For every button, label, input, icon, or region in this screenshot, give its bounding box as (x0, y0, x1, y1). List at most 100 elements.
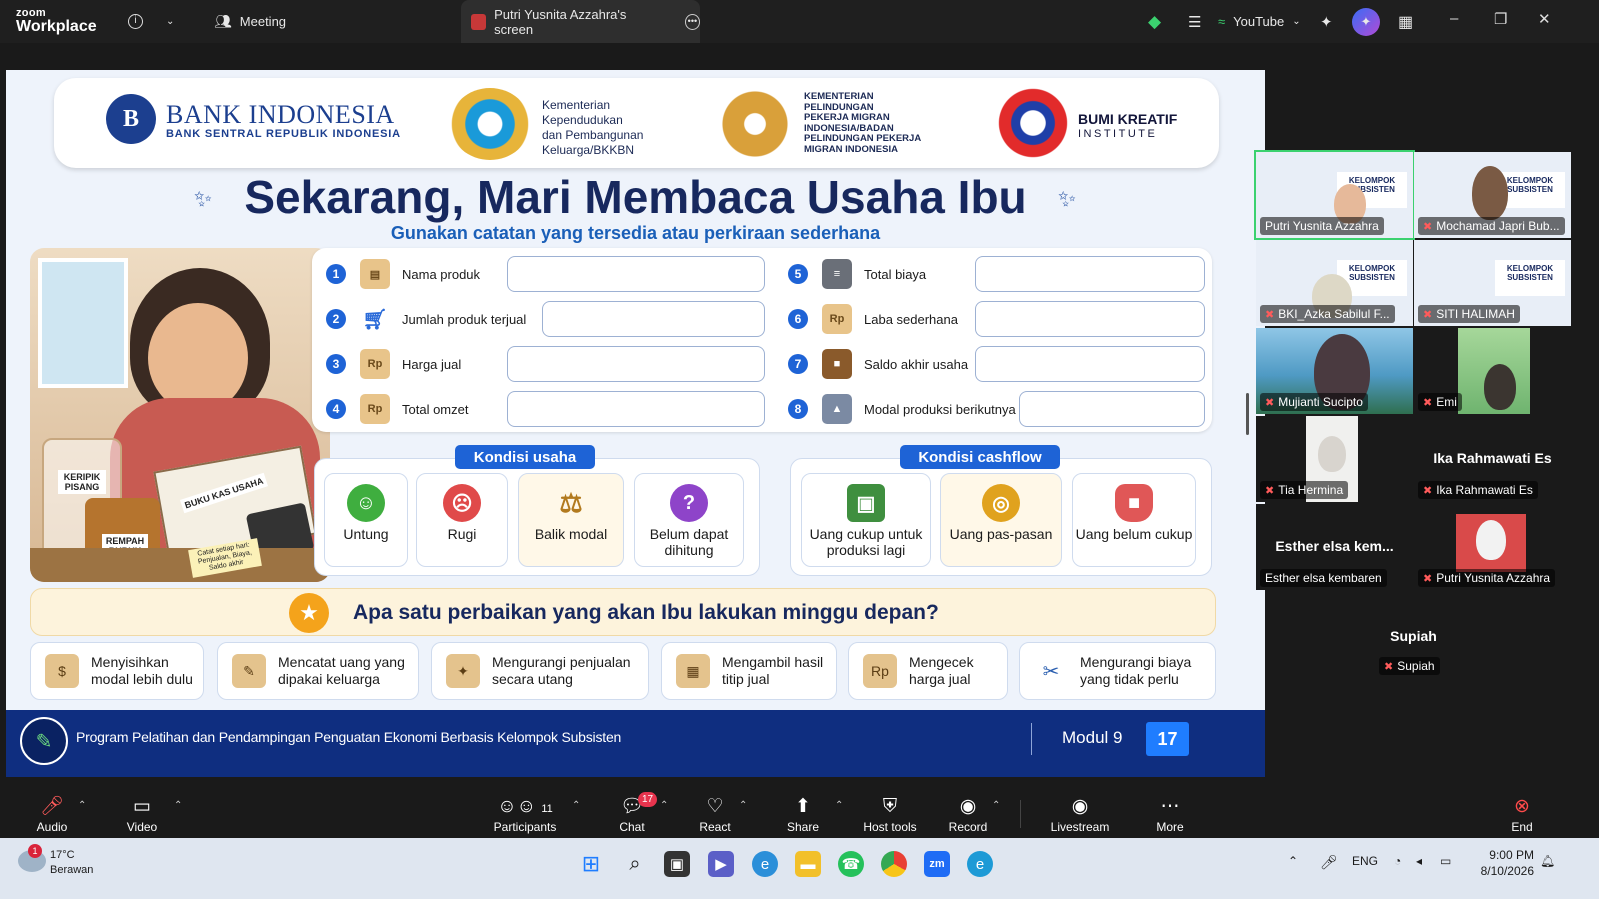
video-button[interactable]: ▭ Video (102, 792, 182, 838)
face-shape (148, 303, 248, 413)
panel-resize-handle[interactable] (1246, 393, 1249, 435)
form-row-7: 7 ■ Saldo akhir usaha (788, 344, 968, 384)
option-sisihkan-modal[interactable]: $ Menyisihkan modal lebih dulu (30, 642, 204, 700)
youtube-stream[interactable]: ≈ YouTube ⌄ (1218, 0, 1301, 43)
minimize-icon[interactable]: – (1450, 10, 1458, 27)
language-indicator[interactable]: ENG (1352, 854, 1378, 868)
participant-name: Putri Yusnita Azzahra (1260, 217, 1384, 235)
chrome-icon[interactable] (881, 851, 907, 877)
edge-icon[interactable]: e (967, 851, 993, 877)
participant-figure (1476, 520, 1506, 560)
notification-icon[interactable]: 🔔︎ (1540, 854, 1555, 868)
option-titip-jual[interactable]: ▦ Mengambil hasil titip jual (661, 642, 837, 700)
edge-icon[interactable]: e (752, 851, 778, 877)
card-uang-belum-cukup[interactable]: ■ Uang belum cukup (1072, 473, 1196, 567)
windows-start-icon[interactable]: ⊞ (578, 851, 604, 877)
youtube-label: YouTube (1233, 14, 1285, 29)
meeting-tab[interactable]: 👥︎ Meeting (214, 0, 286, 43)
volume-icon[interactable]: ◂ (1416, 854, 1422, 868)
chevron-up-icon[interactable]: ⌃ (992, 800, 1000, 811)
participant-tile[interactable]: ✖ Emi (1414, 328, 1571, 414)
ai-companion-icon[interactable]: ✦ (1352, 0, 1380, 43)
card-rugi[interactable]: ☹ Rugi (416, 473, 508, 567)
mic-icon[interactable]: 🎤︎ (1320, 854, 1338, 871)
notes-icon[interactable]: ☰ (1188, 0, 1201, 43)
bkkbn-line: Kependudukan (542, 113, 623, 127)
bki-logo (996, 88, 1070, 158)
participant-name-text: Ika Rahmawati Es (1436, 483, 1533, 497)
record-button[interactable]: ◉ Record (928, 792, 1008, 838)
more-options-icon[interactable]: ••• (684, 13, 700, 30)
magic-wand-icon[interactable]: ✦ (1320, 0, 1333, 43)
product-name-field[interactable] (507, 256, 765, 292)
card-belum-dihitung[interactable]: ? Belum dapat dihitung (634, 473, 744, 567)
shield-icon[interactable]: ◆ (1148, 0, 1161, 43)
meet-icon[interactable]: ▶ (708, 851, 734, 877)
option-cek-harga[interactable]: Rp Mengecek harga jual (848, 642, 1008, 700)
participant-tile[interactable]: ✖ Mujianti Sucipto (1256, 328, 1413, 414)
task-view-icon[interactable]: ▣ (664, 851, 690, 877)
participant-name: ✖ Supiah (1379, 657, 1440, 675)
selling-price-field[interactable] (507, 346, 765, 382)
chevron-up-icon[interactable]: ⌃ (1288, 854, 1298, 868)
chevron-down-icon[interactable]: ⌄ (166, 0, 174, 43)
slide-title: Sekarang, Mari Membaca Usaha Ibu (244, 171, 1027, 223)
more-button[interactable]: ⋯ More (1130, 792, 1210, 838)
whatsapp-icon[interactable]: ☎ (838, 851, 864, 877)
layout-icon[interactable]: ▦ (1398, 0, 1413, 43)
file-explorer-icon[interactable]: ▬ (795, 851, 821, 877)
chevron-up-icon[interactable]: ⌃ (572, 800, 580, 811)
livestream-button[interactable]: ◉ Livestream (1040, 792, 1120, 838)
info-icon[interactable]: i (128, 0, 143, 43)
participant-tile[interactable]: Esther elsa kem... Esther elsa kembaren (1256, 504, 1413, 590)
wifi-icon[interactable]: ◔ (1394, 854, 1401, 868)
card-untung[interactable]: ☺ Untung (324, 473, 408, 567)
participant-tile[interactable]: Ika Rahmawati Es ✖ Ika Rahmawati Es (1414, 416, 1571, 502)
participant-tile[interactable]: ✖ Tia Hermina (1256, 416, 1413, 502)
kp2mi-line: PEKERJA MIGRAN (804, 112, 890, 123)
card-uang-pas-pasan[interactable]: ◎ Uang pas-pasan (940, 473, 1062, 567)
option-kurangi-utang[interactable]: ✦ Mengurangi penjualan secara utang (431, 642, 649, 700)
battery-icon[interactable]: ▭ (1440, 854, 1451, 868)
participant-tile[interactable]: ✖ Putri Yusnita Azzahra (1414, 504, 1571, 590)
final-balance-field[interactable] (975, 346, 1205, 382)
participant-tile[interactable]: Supiah ✖ Supiah (1335, 592, 1492, 678)
search-icon[interactable]: ⌕ (622, 851, 648, 877)
chevron-up-icon[interactable]: ⌃ (660, 800, 668, 811)
next-capital-field[interactable] (1019, 391, 1205, 427)
react-button[interactable]: ♡ React (675, 792, 755, 838)
host-tools-button[interactable]: ⛨︎ Host tools (850, 792, 930, 838)
chevron-up-icon[interactable]: ⌃ (835, 800, 843, 811)
end-button[interactable]: ⊗ End (1482, 792, 1562, 838)
participant-tile[interactable]: KELOMPOK SUBSISTEN ✖ BKI_Azka Sabilul F..… (1256, 240, 1413, 326)
option-catat-uang[interactable]: ✎ Mencatat uang yang dipakai keluarga (217, 642, 419, 700)
weather-widget[interactable]: 17°C Berawan (50, 848, 93, 878)
participants-button[interactable]: ☺☺ 11 Participants (485, 792, 565, 838)
people-icon: 👥︎ (214, 13, 232, 29)
simple-profit-field[interactable] (975, 301, 1205, 337)
chevron-up-icon[interactable]: ⌃ (78, 800, 86, 811)
restore-icon[interactable]: ❐ (1494, 10, 1507, 28)
participant-tile[interactable]: KELOMPOK SUBSISTEN ✖ SITI HALIMAH (1414, 240, 1571, 326)
chevron-up-icon[interactable]: ⌃ (739, 800, 747, 811)
system-clock[interactable]: 9:00 PM 8/10/2026 (1470, 847, 1534, 879)
quantity-sold-field[interactable] (542, 301, 765, 337)
participant-name-text: Emi (1436, 395, 1457, 409)
audio-button[interactable]: 🎤︎ Audio (12, 792, 92, 838)
total-cost-field[interactable] (975, 256, 1205, 292)
card-balik-modal[interactable]: ⚖︎ Balik modal (518, 473, 624, 567)
notepad-icon: ✎ (232, 654, 266, 688)
chat-button[interactable]: 💬︎ Chat (592, 792, 672, 838)
option-kurangi-biaya[interactable]: ✂ Mengurangi biaya yang tidak perlu (1019, 642, 1216, 700)
screen-share-tab[interactable]: Putri Yusnita Azzahra's screen ••• (461, 0, 700, 43)
slide-thumbnail-title: KELOMPOK SUBSISTEN (1495, 260, 1565, 296)
chevron-up-icon[interactable]: ⌃ (174, 800, 182, 811)
share-button[interactable]: ⬆︎ Share (763, 792, 843, 838)
total-omzet-field[interactable] (507, 391, 765, 427)
close-icon[interactable]: ✕ (1538, 10, 1551, 28)
participant-tile[interactable]: KELOMPOK SUBSISTEN Putri Yusnita Azzahra (1254, 150, 1415, 240)
temperature: 17°C (50, 849, 75, 861)
zoom-icon[interactable]: zm (924, 851, 950, 877)
participant-tile[interactable]: KELOMPOK SUBSISTEN ✖ Mochamad Japri Bub..… (1414, 152, 1571, 238)
card-uang-cukup[interactable]: ▣ Uang cukup untuk produksi lagi (801, 473, 931, 567)
